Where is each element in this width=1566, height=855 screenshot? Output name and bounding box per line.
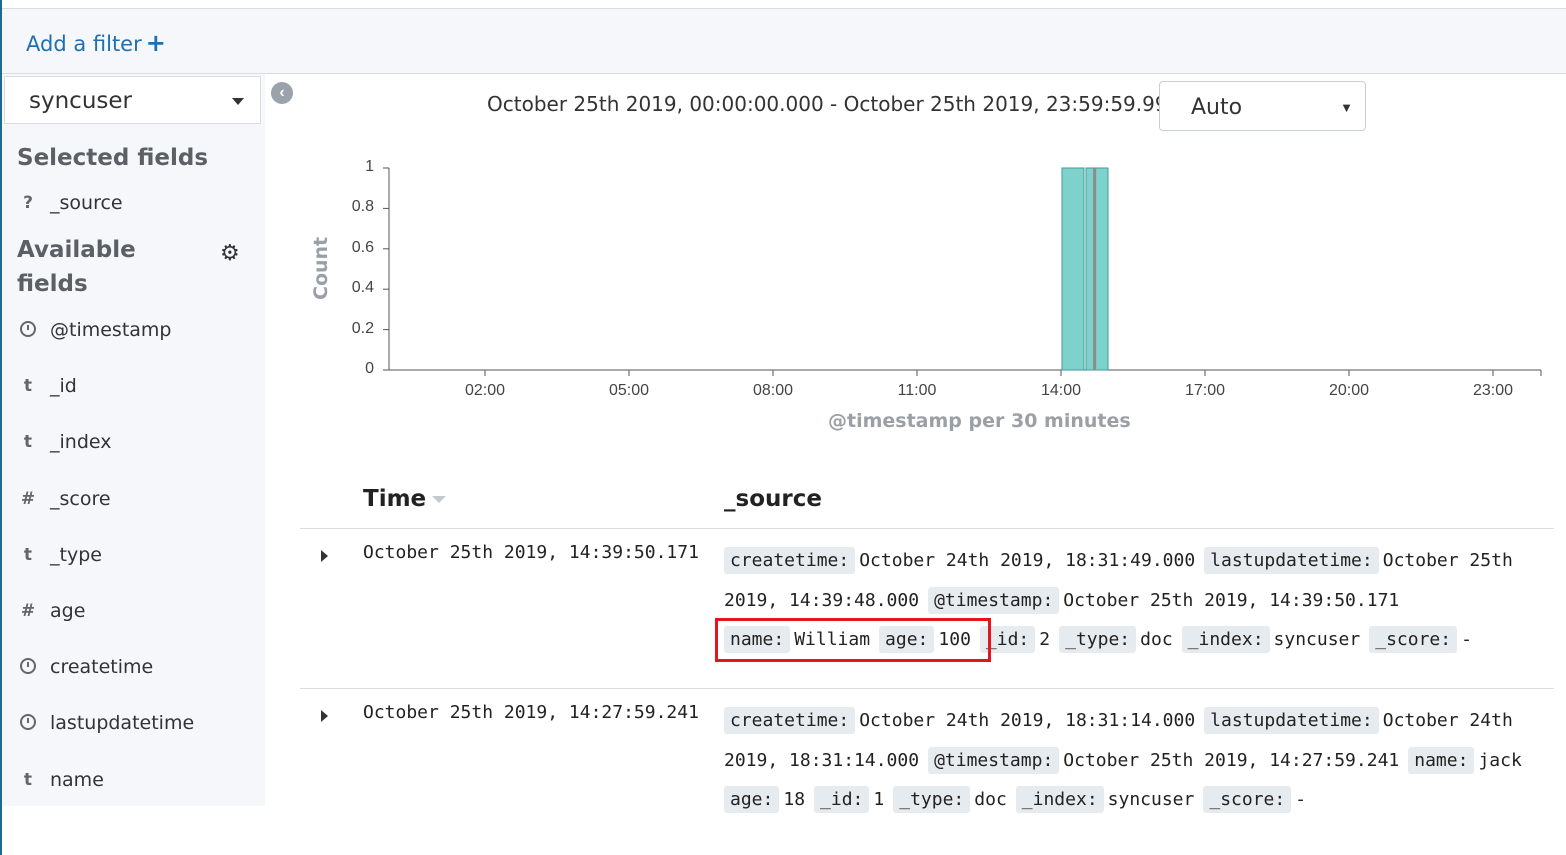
y-axis-label: Count xyxy=(310,236,332,300)
source-value: 18 xyxy=(783,789,806,810)
source-line: age: 18 _id: 1 _type: doc _index: syncuser _scor… xyxy=(724,786,1315,816)
x-tick-label: 17:00 xyxy=(1184,382,1226,399)
row-expand-icon[interactable] xyxy=(321,710,328,722)
source-key[interactable]: lastupdatetime: xyxy=(1204,547,1379,574)
source-key[interactable]: lastupdatetime: xyxy=(1204,707,1379,734)
source-key[interactable]: _id: xyxy=(814,786,870,813)
source-key[interactable]: _type: xyxy=(1059,626,1137,653)
source-key[interactable]: @timestamp: xyxy=(928,586,1060,614)
source-value: October 24th 2019, 18:31:49.000 xyxy=(859,550,1196,571)
row-time: October 25th 2019, 14:39:50.171 xyxy=(363,542,699,563)
x-tick-label: 02:00 xyxy=(464,382,506,399)
source-value: syncuser xyxy=(1107,789,1195,810)
source-key[interactable]: _index: xyxy=(1015,786,1104,813)
source-value: October 25th xyxy=(1382,550,1513,571)
row-separator xyxy=(300,688,1554,689)
y-tick-label: 0.4 xyxy=(351,279,374,297)
source-value: - xyxy=(1295,789,1307,810)
source-key[interactable]: _score: xyxy=(1369,626,1458,653)
x-axis-label: @timestamp per 30 minutes xyxy=(828,410,1131,432)
source-line: createtime: October 24th 2019, 18:31:14.0… xyxy=(724,707,1522,737)
source-value: 2 xyxy=(1039,629,1051,650)
field-label: _score xyxy=(50,487,111,510)
time-header-label: Time xyxy=(363,486,427,512)
y-tick-label: 0.6 xyxy=(351,238,374,256)
field-label: lastupdatetime xyxy=(50,712,195,735)
highlight-box xyxy=(715,618,991,662)
source-line: createtime: October 24th 2019, 18:31:49.0… xyxy=(724,547,1522,577)
source-value: - xyxy=(1461,629,1472,650)
histogram-bar[interactable] xyxy=(1085,167,1109,371)
number-type-icon: # xyxy=(20,488,36,509)
source-key[interactable]: age: xyxy=(724,786,780,813)
histogram-svg xyxy=(383,167,1542,376)
source-line: 2019, 18:31:14.000 @timestamp: October 25t… xyxy=(724,746,1531,777)
sort-arrow-icon[interactable] xyxy=(432,496,447,503)
x-tick-label: 08:00 xyxy=(752,382,794,399)
source-key[interactable]: createtime: xyxy=(724,547,856,574)
row-separator xyxy=(300,528,1554,529)
y-tick-label: 1 xyxy=(365,158,374,175)
row-expand-icon[interactable] xyxy=(321,550,328,562)
field-label: age xyxy=(50,600,86,622)
number-type-icon: # xyxy=(20,601,36,621)
source-value: doc xyxy=(1140,629,1173,650)
clock-icon xyxy=(18,657,38,678)
x-tick-label: 11:00 xyxy=(897,382,937,399)
source-value: October 24th 2019, 18:31:14.000 xyxy=(859,710,1196,731)
x-tick-label: 20:00 xyxy=(1328,382,1370,399)
source-value: 2019, 18:31:14.000 xyxy=(724,749,920,771)
field-label: createtime xyxy=(50,656,154,679)
source-value: 2019, 14:39:48.000 xyxy=(724,589,920,611)
time-column-header[interactable]: Time xyxy=(363,486,447,512)
field-label: _type xyxy=(50,543,102,566)
string-type-icon: t xyxy=(23,544,33,565)
source-key[interactable]: _score: xyxy=(1203,786,1292,813)
field-label: name xyxy=(50,768,104,791)
y-tick-label: 0.2 xyxy=(351,319,374,337)
source-key[interactable]: _index: xyxy=(1181,626,1270,653)
source-key[interactable]: @timestamp: xyxy=(928,746,1060,774)
string-type-icon: t xyxy=(23,769,33,790)
x-tick-label: 14:00 xyxy=(1040,382,1082,399)
x-tick-label: 23:00 xyxy=(1472,382,1514,399)
source-value: doc xyxy=(974,789,1007,810)
x-tick-label: 05:00 xyxy=(608,382,650,399)
row-time: October 25th 2019, 14:27:59.241 xyxy=(363,702,699,723)
source-value: jack xyxy=(1478,749,1522,771)
source-value: October 25th 2019, 14:39:50.171 xyxy=(1063,589,1400,611)
source-column-header: _source xyxy=(724,486,822,512)
clock-icon xyxy=(18,713,38,734)
y-tick-label: 0 xyxy=(365,360,374,377)
source-line: 2019, 14:39:48.000 @timestamp: October 25t… xyxy=(724,586,1408,617)
source-key[interactable]: name: xyxy=(1408,746,1475,774)
y-tick-label: 0.8 xyxy=(351,198,374,216)
source-value: 1 xyxy=(873,789,885,810)
source-value: October 25th 2019, 14:27:59.241 xyxy=(1063,749,1400,771)
source-key[interactable]: createtime: xyxy=(724,707,856,734)
source-value: October 24th xyxy=(1382,710,1513,731)
source-key[interactable]: _type: xyxy=(893,786,971,813)
source-value: syncuser xyxy=(1273,629,1361,650)
histogram-bar[interactable] xyxy=(1061,167,1085,371)
